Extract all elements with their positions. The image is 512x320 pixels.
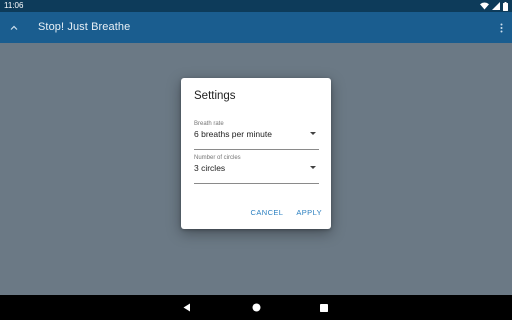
screen: 11:06 Stop! Just Breathe Settings Breath… xyxy=(0,0,512,320)
cancel-button[interactable]: CANCEL xyxy=(251,208,284,217)
dropdown-arrow-icon xyxy=(310,166,316,169)
recents-icon xyxy=(320,303,328,312)
wifi-icon xyxy=(480,2,489,10)
nav-back-button[interactable] xyxy=(177,295,197,320)
home-icon xyxy=(252,303,260,312)
more-vert-icon xyxy=(500,23,502,33)
apply-button[interactable]: APPLY xyxy=(296,208,322,217)
overflow-menu-button[interactable] xyxy=(496,20,506,36)
status-icons xyxy=(480,0,508,12)
number-of-circles-select[interactable]: Number of circles 3 circles xyxy=(194,155,319,184)
number-of-circles-label: Number of circles xyxy=(194,155,241,161)
chevron-up-icon xyxy=(10,25,18,30)
breath-rate-label: Breath rate xyxy=(194,121,224,127)
collapse-button[interactable] xyxy=(6,20,22,36)
app-title: Stop! Just Breathe xyxy=(38,21,131,33)
cell-signal-icon xyxy=(492,2,500,10)
number-of-circles-value: 3 circles xyxy=(194,163,226,173)
settings-dialog: Settings Breath rate 6 breaths per minut… xyxy=(181,78,331,229)
status-time: 11:06 xyxy=(4,1,24,10)
breath-rate-select[interactable]: Breath rate 6 breaths per minute xyxy=(194,121,319,150)
nav-home-button[interactable] xyxy=(246,295,266,320)
nav-recents-button[interactable] xyxy=(314,295,334,320)
status-bar: 11:06 xyxy=(0,0,512,12)
dialog-actions: CANCEL APPLY xyxy=(251,208,322,217)
navigation-bar xyxy=(0,295,512,320)
back-icon xyxy=(183,303,190,312)
battery-icon xyxy=(503,1,508,11)
breath-rate-value: 6 breaths per minute xyxy=(194,129,272,139)
dropdown-arrow-icon xyxy=(310,132,316,135)
dialog-title: Settings xyxy=(194,90,236,102)
app-bar: Stop! Just Breathe xyxy=(0,12,512,43)
